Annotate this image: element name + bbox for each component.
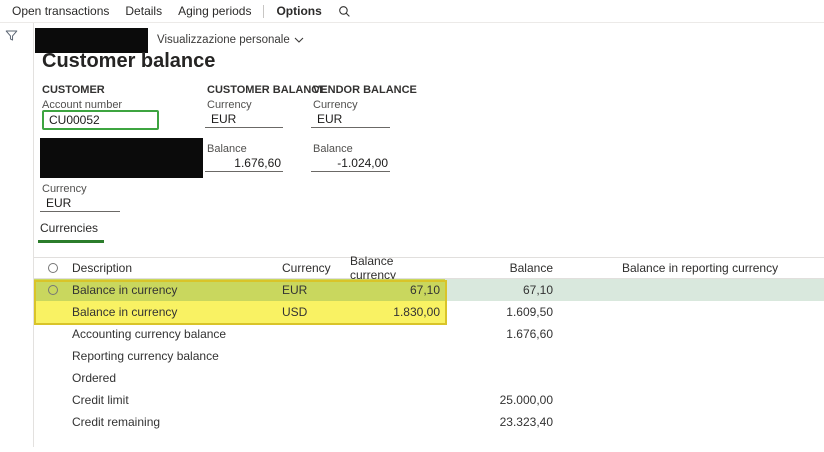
cell-balance	[445, 367, 557, 389]
cell-balance-currency: 67,10	[350, 279, 445, 301]
cell-description: Credit remaining	[72, 415, 161, 429]
cell-balance-currency: 1.830,00	[350, 301, 445, 323]
cell-balance: 23.323,40	[499, 415, 553, 429]
cell-currency	[280, 345, 350, 367]
row-radio[interactable]	[48, 285, 58, 295]
customer-balance-value[interactable]: 1.676,60	[205, 155, 283, 172]
vendor-balance-label: Balance	[313, 143, 353, 155]
chevron-down-icon	[294, 37, 304, 43]
customer-balance-label: Balance	[207, 143, 247, 155]
grid-row-ordered[interactable]: Ordered	[34, 367, 824, 389]
grid-row-credit-limit[interactable]: Credit limit 25.000,00	[34, 389, 824, 411]
cell-balance-currency	[350, 367, 445, 389]
customer-section-heading: CUSTOMER	[42, 84, 105, 96]
redacted-customer-details	[40, 138, 203, 178]
cell-balance-currency	[350, 323, 445, 345]
menu-aging-periods[interactable]: Aging periods	[170, 4, 259, 18]
cell-description: Reporting currency balance	[72, 349, 219, 363]
tab-currencies-active-indicator	[38, 240, 104, 243]
vendor-balance-value[interactable]: -1.024,00	[311, 155, 390, 172]
col-currency[interactable]: Currency	[280, 258, 350, 278]
cell-description: Balance in currency	[68, 279, 280, 301]
search-icon[interactable]	[338, 5, 351, 18]
grid-row-balance-usd[interactable]: Balance in currency USD 1.830,00 1.609,5…	[34, 301, 824, 323]
cell-description: Accounting currency balance	[72, 327, 227, 341]
grid-row-reporting-currency-balance[interactable]: Reporting currency balance	[34, 345, 824, 367]
cell-description: Balance in currency	[68, 301, 280, 323]
cell-currency: EUR	[280, 279, 350, 301]
filter-icon[interactable]	[5, 29, 18, 47]
customer-currency-field[interactable]: EUR	[40, 195, 120, 212]
cell-balance-currency	[350, 411, 445, 433]
grid-row-credit-remaining[interactable]: Credit remaining 23.323,40	[34, 411, 824, 433]
col-balance-reporting[interactable]: Balance in reporting currency	[557, 258, 824, 278]
action-bar: Open transactions Details Aging periods …	[0, 0, 824, 23]
vendor-balance-section-heading: VENDOR BALANCE	[313, 84, 417, 96]
customer-currency-label: Currency	[42, 183, 87, 195]
tab-currencies[interactable]: Currencies	[40, 221, 98, 235]
cell-balance-reporting	[557, 367, 824, 389]
header-select-cell[interactable]	[34, 258, 68, 278]
cell-description: Credit limit	[72, 393, 129, 407]
cell-balance-reporting	[557, 411, 824, 433]
col-balance[interactable]: Balance	[445, 258, 557, 278]
grid-row-accounting-currency-balance[interactable]: Accounting currency balance 1.676,60	[34, 323, 824, 345]
cell-balance-reporting	[557, 279, 824, 301]
vendor-balance-currency-label: Currency	[313, 99, 358, 111]
cell-balance-reporting	[557, 389, 824, 411]
cell-balance-reporting	[557, 345, 824, 367]
cell-balance-currency	[350, 345, 445, 367]
cell-balance	[445, 345, 557, 367]
customer-balance-page: Open transactions Details Aging periods …	[0, 0, 824, 452]
cell-currency	[280, 389, 350, 411]
cell-currency	[280, 411, 350, 433]
menu-divider	[263, 4, 265, 18]
cell-currency: USD	[280, 301, 350, 323]
currencies-grid: Description Currency Balance currency Ba…	[34, 254, 824, 433]
menu-options[interactable]: Options	[268, 4, 329, 18]
cell-currency	[280, 367, 350, 389]
cell-balance: 1.609,50	[506, 305, 553, 319]
cell-balance-currency	[350, 389, 445, 411]
cell-balance: 25.000,00	[499, 393, 553, 407]
grid-row-balance-eur[interactable]: Balance in currency EUR 67,10 67,10	[34, 279, 824, 301]
col-balance-currency[interactable]: Balance currency	[350, 254, 445, 282]
account-number-input[interactable]: CU00052	[42, 110, 159, 130]
menu-details[interactable]: Details	[117, 4, 170, 18]
view-selector[interactable]: Visualizzazione personale	[157, 34, 304, 46]
cell-currency	[280, 323, 350, 345]
col-description[interactable]: Description	[68, 258, 280, 278]
cell-balance: 67,10	[445, 279, 557, 301]
vendor-balance-currency-field[interactable]: EUR	[311, 111, 390, 128]
cell-balance: 1.676,60	[506, 327, 553, 341]
menu-open-transactions[interactable]: Open transactions	[4, 4, 117, 18]
cell-balance-reporting	[557, 301, 824, 323]
select-all-radio[interactable]	[48, 263, 58, 273]
customer-balance-currency-field[interactable]: EUR	[205, 111, 283, 128]
cell-description: Ordered	[72, 371, 117, 385]
cell-balance-reporting	[557, 323, 824, 345]
customer-balance-section-heading: CUSTOMER BALANCE	[207, 84, 327, 96]
page-title: Customer balance	[42, 50, 216, 72]
grid-header-row: Description Currency Balance currency Ba…	[34, 254, 824, 282]
customer-balance-currency-label: Currency	[207, 99, 252, 111]
view-selector-label: Visualizzazione personale	[157, 34, 290, 46]
